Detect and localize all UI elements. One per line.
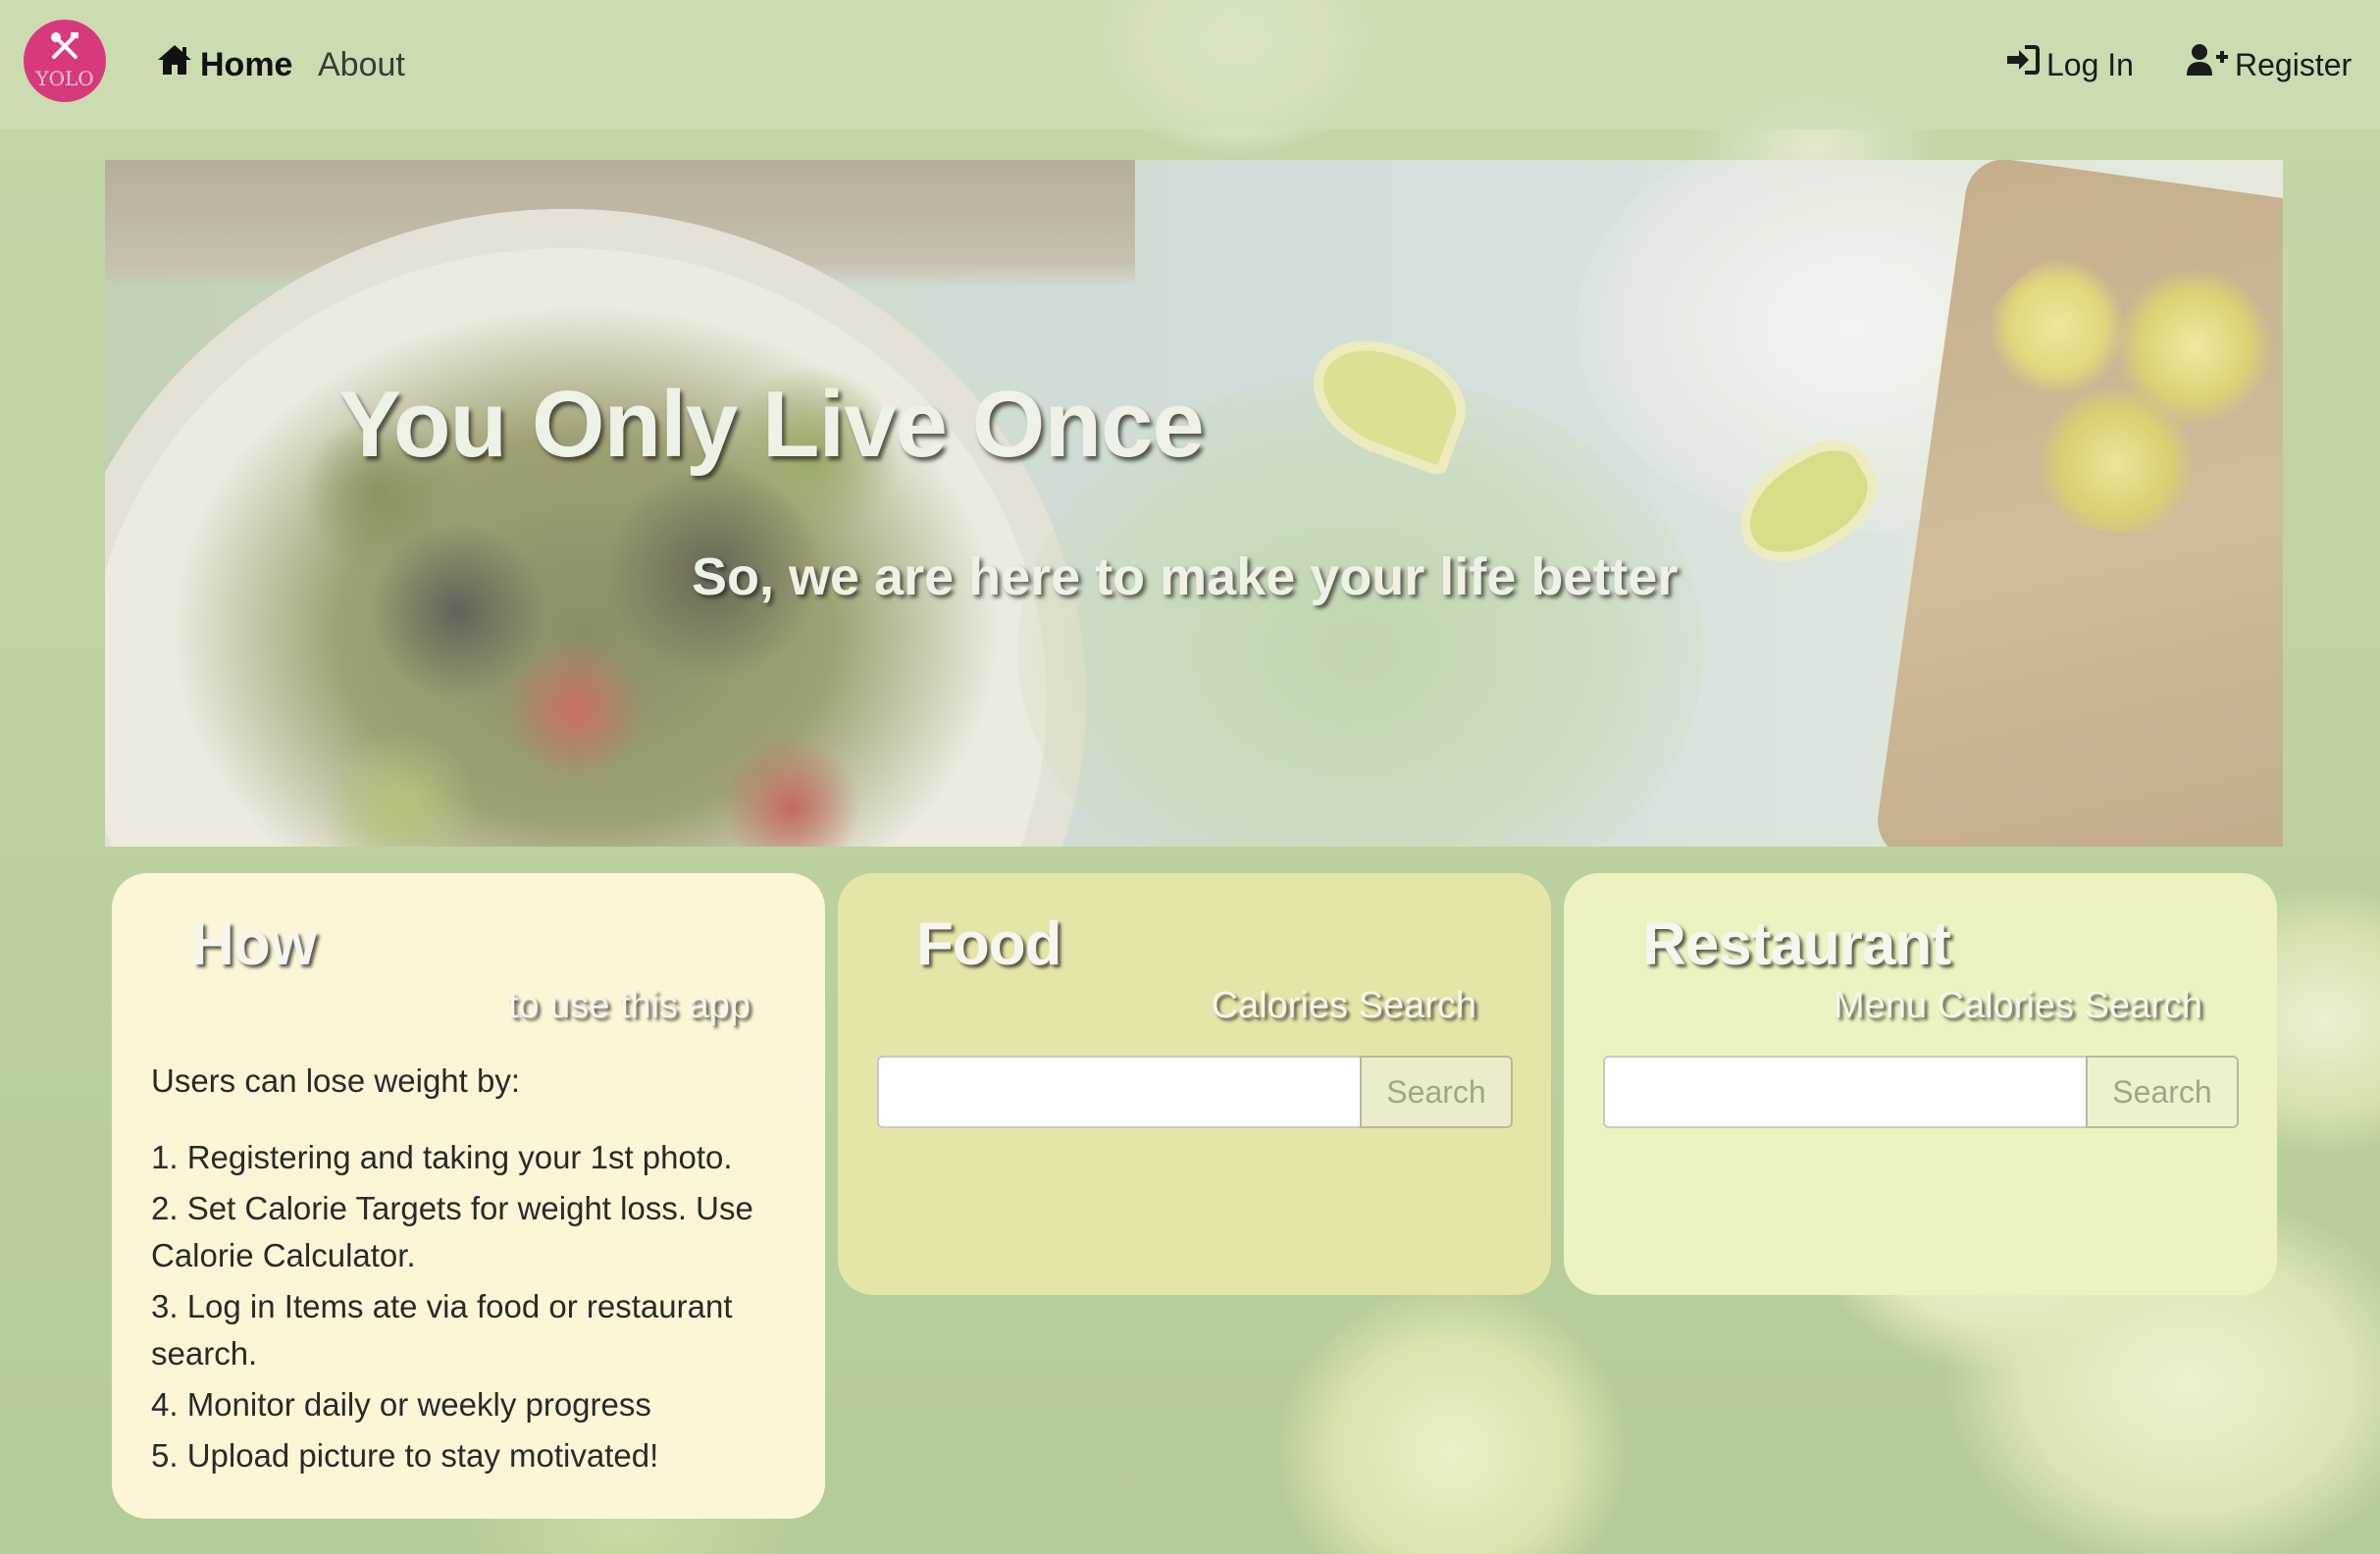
restaurant-search-button[interactable]: Search	[2086, 1056, 2239, 1128]
nav-register-link[interactable]: Register	[2186, 43, 2352, 86]
nav-about-label: About	[318, 46, 405, 83]
hero-banner: You Only Live Once So, we are here to ma…	[105, 160, 2283, 847]
hero-title: You Only Live Once	[338, 372, 1205, 477]
food-search-button[interactable]: Search	[1360, 1056, 1513, 1128]
card-title: How	[190, 910, 317, 978]
how-to-card: How to use this app Users can lose weigh…	[112, 873, 825, 1519]
list-item: 4. Monitor daily or weekly progress	[151, 1386, 651, 1423]
nav-login-link[interactable]: Log In	[2005, 43, 2134, 86]
utensils-icon	[24, 29, 106, 70]
app-logo[interactable]: YOLO	[24, 20, 106, 102]
how-intro-text: Users can lose weight by:	[151, 1062, 521, 1099]
hero-subtitle: So, we are here to make your life better	[692, 547, 1679, 606]
food-search-group: Search	[877, 1056, 1513, 1128]
card-subtitle: Calories Search	[1211, 985, 1476, 1026]
home-icon	[155, 42, 200, 88]
nav-login-label: Log In	[2046, 47, 2134, 82]
list-item: 5. Upload picture to stay motivated!	[151, 1437, 659, 1474]
nav-register-label: Register	[2235, 47, 2353, 82]
list-item: 1. Registering and taking your 1st photo…	[151, 1139, 733, 1175]
card-title: Food	[916, 910, 1061, 978]
restaurant-search-card: Restaurant Menu Calories Search Search	[1564, 873, 2277, 1295]
nav-home-label: Home	[200, 46, 293, 83]
restaurant-search-group: Search	[1603, 1056, 2239, 1128]
food-search-input[interactable]	[877, 1056, 1360, 1128]
card-title: Restaurant	[1642, 910, 1951, 978]
sign-in-icon	[2005, 43, 2046, 86]
card-subtitle: to use this app	[507, 985, 750, 1026]
card-subtitle: Menu Calories Search	[1834, 985, 2202, 1026]
restaurant-search-input[interactable]	[1603, 1056, 2086, 1128]
hero-overlay	[105, 160, 2283, 847]
nav-home-link[interactable]: Home	[155, 43, 292, 86]
nav-about-link[interactable]: About	[318, 43, 405, 86]
food-search-card: Food Calories Search Search	[838, 873, 1551, 1295]
list-item: 2. Set Calorie Targets for weight loss. …	[151, 1190, 753, 1273]
user-plus-icon	[2186, 43, 2235, 87]
list-item: 3. Log in Items ate via food or restaura…	[151, 1288, 733, 1372]
logo-text: YOLO	[35, 67, 94, 90]
how-steps-list: 1. Registering and taking your 1st photo…	[151, 1134, 799, 1483]
navbar: YOLO Home About Log In Register	[0, 0, 2380, 130]
